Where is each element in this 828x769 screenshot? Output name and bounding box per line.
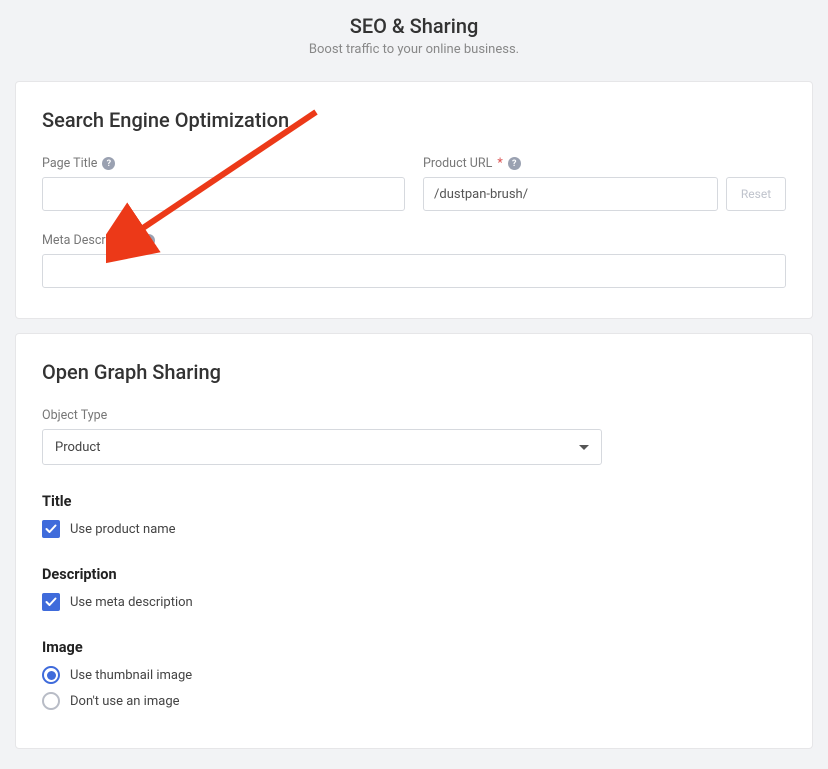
- seo-section-title: Search Engine Optimization: [42, 108, 786, 132]
- use-meta-description-checkbox[interactable]: [42, 593, 60, 611]
- meta-description-input[interactable]: [42, 254, 786, 288]
- use-product-name-checkbox[interactable]: [42, 520, 60, 538]
- help-icon[interactable]: ?: [142, 234, 155, 247]
- required-star: *: [497, 156, 502, 171]
- check-icon: [45, 523, 57, 535]
- use-thumbnail-label: Use thumbnail image: [70, 668, 192, 683]
- object-type-select[interactable]: Product: [42, 429, 602, 465]
- seo-card: Search Engine Optimization Page Title ? …: [15, 81, 813, 319]
- page-title-label: Page Title: [42, 156, 97, 171]
- page-title: SEO & Sharing: [15, 14, 813, 38]
- page-title-input[interactable]: [42, 177, 405, 211]
- check-icon: [45, 596, 57, 608]
- object-type-label: Object Type: [42, 408, 107, 423]
- reset-button[interactable]: Reset: [726, 177, 786, 211]
- og-card: Open Graph Sharing Object Type Product T…: [15, 333, 813, 749]
- og-title-heading: Title: [42, 493, 786, 510]
- use-thumbnail-radio[interactable]: [42, 666, 60, 684]
- no-image-label: Don't use an image: [70, 694, 180, 709]
- object-type-value: Product: [55, 440, 100, 455]
- no-image-radio[interactable]: [42, 692, 60, 710]
- help-icon[interactable]: ?: [102, 157, 115, 170]
- og-section-title: Open Graph Sharing: [42, 360, 786, 384]
- og-description-heading: Description: [42, 566, 786, 583]
- product-url-label: Product URL: [423, 156, 492, 171]
- help-icon[interactable]: ?: [508, 157, 521, 170]
- product-url-input[interactable]: [423, 177, 718, 211]
- chevron-down-icon: [579, 445, 589, 450]
- page-subtitle: Boost traffic to your online business.: [15, 42, 813, 57]
- use-meta-description-label: Use meta description: [70, 595, 193, 610]
- og-image-heading: Image: [42, 639, 786, 656]
- use-product-name-label: Use product name: [70, 522, 176, 537]
- meta-description-label: Meta Description: [42, 233, 137, 248]
